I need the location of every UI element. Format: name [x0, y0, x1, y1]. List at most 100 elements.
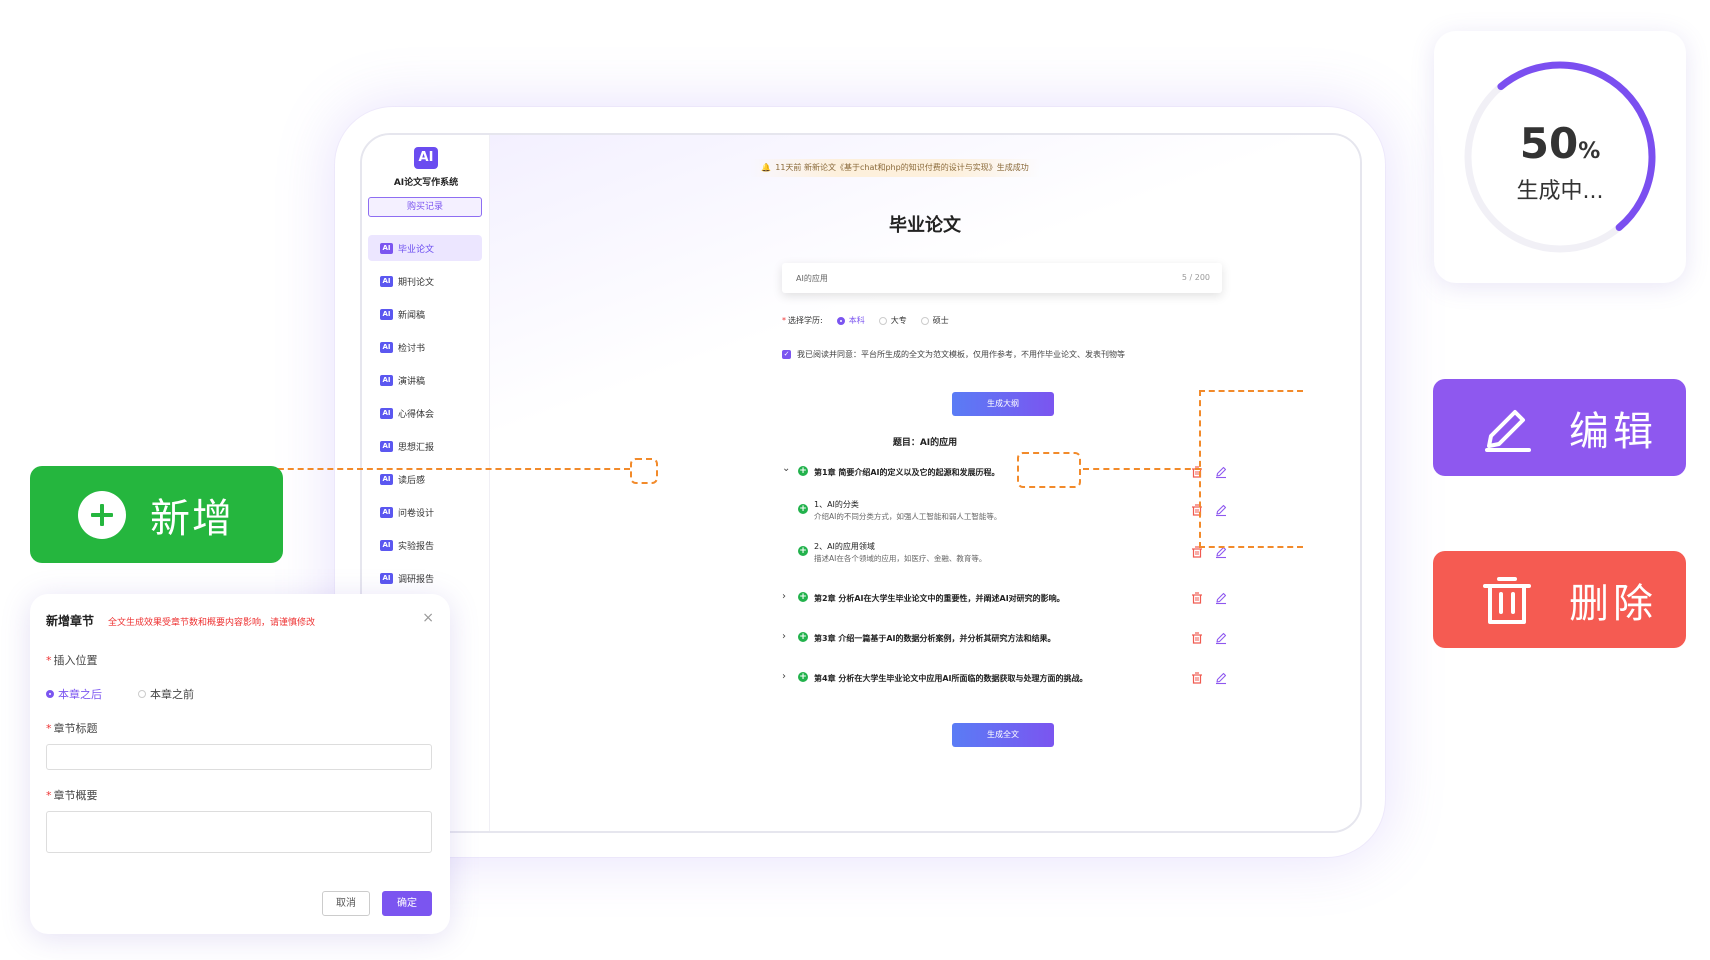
progress-card: 50% 生成中...: [1434, 31, 1686, 283]
radio-before-chapter[interactable]: 本章之前: [138, 686, 194, 702]
radio-dot-icon: [836, 316, 845, 325]
section-description: 描述AI在各个领域的应用，如医疗、金融、教育等。: [814, 554, 987, 563]
ai-icon: AI: [380, 242, 393, 254]
sidebar-item-label: 调研报告: [398, 574, 435, 585]
ai-icon: AI: [380, 374, 393, 386]
chevron-right-icon[interactable]: ›: [782, 591, 786, 602]
actions-connector: [1083, 468, 1201, 470]
chevron-right-icon[interactable]: ›: [782, 671, 786, 682]
pencil-icon: [1485, 409, 1531, 452]
add-section-icon[interactable]: +: [798, 672, 808, 682]
row-actions: [1190, 591, 1238, 605]
app-title: AI论文写作系统: [393, 178, 459, 188]
sidebar-item-label: 读后感: [398, 475, 426, 486]
ai-icon: AI: [380, 572, 393, 584]
purchase-records-button[interactable]: 购买记录: [368, 197, 482, 217]
chapter-title: 第2章 分析AI在大学生毕业论文中的重要性，并阐述AI对研究的影响。: [814, 594, 1065, 603]
agreement-checkbox[interactable]: ✓: [782, 350, 791, 359]
add-section-icon[interactable]: +: [798, 632, 808, 642]
add-section-icon[interactable]: +: [798, 466, 808, 476]
row-actions: [1190, 503, 1238, 517]
sidebar-item-2[interactable]: AI 新闻稿: [368, 301, 482, 327]
chevron-down-icon[interactable]: ⌄: [782, 463, 790, 474]
sidebar-item-3[interactable]: AI 检讨书: [368, 334, 482, 360]
generate-outline-button[interactable]: 生成大纲: [952, 392, 1054, 416]
plus-icon: [78, 490, 126, 539]
topic-input[interactable]: AI的应用 5 / 200: [782, 263, 1222, 293]
radio-dot-icon: [46, 690, 54, 698]
close-icon[interactable]: ×: [422, 610, 434, 626]
education-option-label: 本科: [848, 316, 865, 325]
sidebar-item-label: 实验报告: [398, 541, 435, 552]
education-label: 选择学历:: [788, 316, 823, 325]
education-option-2[interactable]: 硕士: [920, 315, 949, 326]
delete-badge-label: 删除: [1569, 580, 1657, 627]
chevron-right-icon[interactable]: ›: [782, 631, 786, 642]
pencil-icon[interactable]: [1214, 503, 1228, 517]
sidebar-item-6[interactable]: AI 思想汇报: [368, 433, 482, 459]
sidebar-nav: AI 毕业论文 AI 期刊论文 AI 新闻稿 AI 检讨书 AI 演讲稿 AI 心得体会 AI 思想汇报 A…: [368, 235, 482, 598]
vertical-connector: [1199, 390, 1201, 548]
cancel-button[interactable]: 取消: [322, 891, 370, 916]
radio-dot-icon: [920, 316, 929, 325]
generate-full-text-button[interactable]: 生成全文: [952, 723, 1054, 747]
pencil-icon[interactable]: [1214, 591, 1228, 605]
confirm-button[interactable]: 确定: [382, 891, 432, 916]
add-badge: 新增: [30, 466, 283, 563]
add-section-icon[interactable]: +: [798, 546, 808, 556]
sidebar-item-10[interactable]: AI 调研报告: [368, 565, 482, 591]
section-description: 介绍AI的不同分类方式，如强人工智能和弱人工智能等。: [814, 512, 1002, 521]
progress-percent: 50%: [1519, 119, 1601, 168]
row-actions: [1190, 631, 1238, 645]
sidebar-item-label: 毕业论文: [398, 244, 435, 255]
chapter-title: 第3章 介绍一篇基于AI的数据分析案例，并分析其研究方法和结果。: [814, 634, 1056, 643]
pencil-icon[interactable]: [1214, 671, 1228, 685]
sidebar-item-4[interactable]: AI 演讲稿: [368, 367, 482, 393]
trash-icon[interactable]: [1190, 591, 1204, 605]
insert-position-label: * 插入位置: [46, 654, 98, 667]
promo-canvas: 50% 生成中... AI AI论文写作系统 购买记录 AI 毕业论文 AI 期刊论文…: [0, 0, 1710, 960]
sidebar-item-8[interactable]: AI 问卷设计: [368, 499, 482, 525]
chapter-title-input[interactable]: [46, 744, 432, 770]
sidebar-item-label: 思想汇报: [398, 442, 435, 453]
trash-icon: [1483, 576, 1531, 624]
add-connector: [268, 468, 630, 470]
ai-icon: AI: [380, 539, 393, 551]
add-section-icon[interactable]: +: [798, 504, 808, 514]
outline-title: 题目：AI的应用: [892, 438, 958, 448]
pencil-icon[interactable]: [1214, 631, 1228, 645]
trash-icon[interactable]: [1190, 671, 1204, 685]
radio-after-chapter[interactable]: 本章之后: [46, 686, 102, 702]
sidebar-item-label: 心得体会: [398, 409, 435, 420]
sidebar-item-9[interactable]: AI 实验报告: [368, 532, 482, 558]
topic-char-count: 5 / 200: [1181, 273, 1210, 282]
pencil-icon[interactable]: [1214, 465, 1228, 479]
sidebar-item-label: 检讨书: [398, 343, 426, 354]
add-highlight: [630, 458, 658, 484]
trash-icon[interactable]: [1190, 631, 1204, 645]
edit-badge: 编辑: [1433, 379, 1686, 476]
chapter-title: 第4章 分析在大学生毕业论文中应用AI所面临的数据获取与处理方面的挑战。: [814, 674, 1088, 683]
add-section-icon[interactable]: +: [798, 592, 808, 602]
edit-badge-label: 编辑: [1569, 408, 1657, 455]
sidebar-item-0[interactable]: AI 毕业论文: [368, 235, 482, 261]
delete-connector: [1199, 546, 1303, 548]
education-option-0[interactable]: 本科: [836, 315, 865, 326]
agreement-text: 我已阅读并同意：平台所生成的全文为范文模板，仅用作参考，不用作毕业论文、发表刊物…: [797, 350, 1125, 359]
chapter-summary-textarea[interactable]: [46, 811, 432, 853]
sidebar-item-1[interactable]: AI 期刊论文: [368, 268, 482, 294]
page-title: 毕业论文: [889, 215, 961, 236]
ai-icon: AI: [380, 275, 393, 287]
sidebar-item-5[interactable]: AI 心得体会: [368, 400, 482, 426]
education-option-label: 硕士: [932, 316, 949, 325]
notice-banner: 🔔 11天前 新新论文《基于chat和php的知识付费的设计与实现》生成成功: [750, 159, 1040, 177]
trash-icon[interactable]: [1190, 503, 1204, 517]
education-option-label: 大专: [890, 316, 907, 325]
progress-status: 生成中...: [1516, 179, 1604, 204]
agreement-row[interactable]: ✓ 我已阅读并同意：平台所生成的全文为范文模板，仅用作参考，不用作毕业论文、发表…: [782, 349, 1125, 360]
edit-connector: [1199, 390, 1303, 392]
section-title: 1、AI的分类: [814, 500, 859, 509]
education-option-1[interactable]: 大专: [878, 315, 907, 326]
add-badge-label: 新增: [150, 495, 234, 542]
actions-highlight: [1017, 452, 1081, 488]
